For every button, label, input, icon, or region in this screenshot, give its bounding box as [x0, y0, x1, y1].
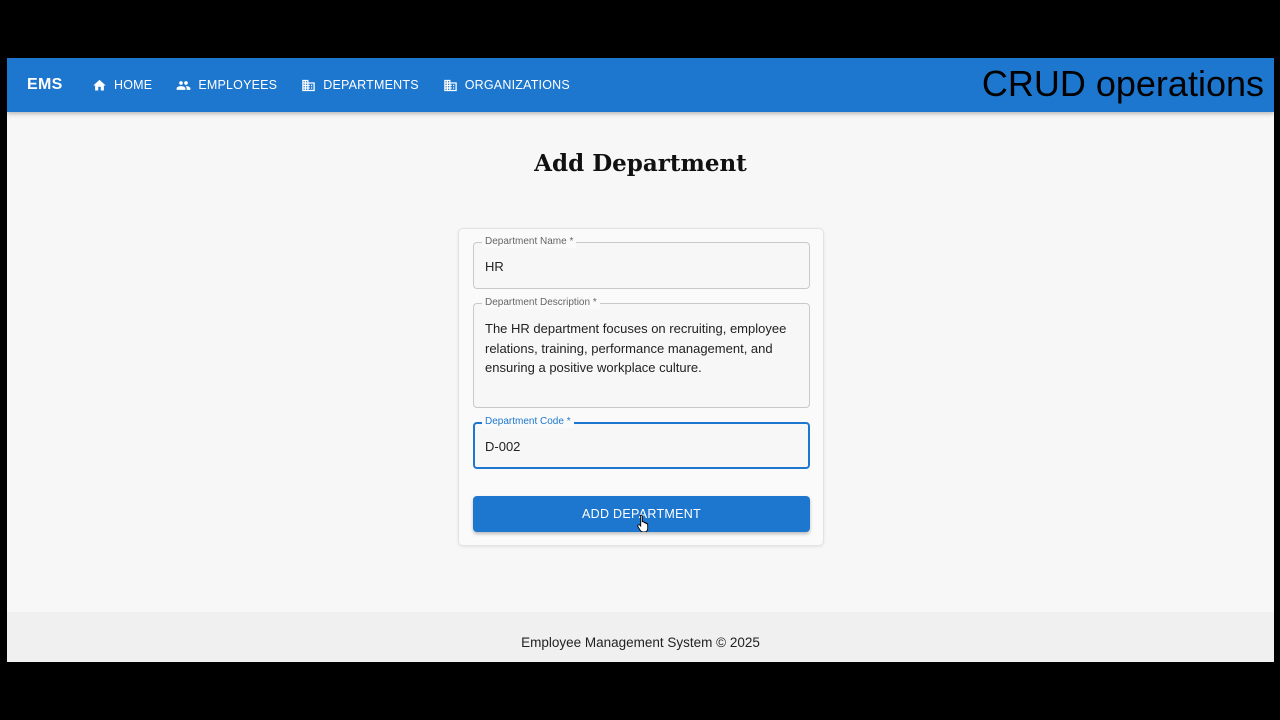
nav-employees[interactable]: EMPLOYEES: [166, 67, 287, 103]
brand-logo[interactable]: EMS: [27, 58, 63, 112]
department-form: Department Name * HR Department Descript…: [458, 228, 824, 546]
footer-text: Employee Management System © 2025: [521, 635, 760, 650]
footer: Employee Management System © 2025: [7, 612, 1274, 662]
department-name-field[interactable]: Department Name * HR: [473, 236, 810, 289]
department-code-value: D-002: [485, 439, 521, 454]
home-icon: [93, 79, 106, 90]
app-window: EMS HOME EMPLOYEES DEPARTMENTS ORGANIZAT…: [7, 58, 1274, 662]
department-description-label: Department Description *: [482, 297, 600, 309]
department-description-field[interactable]: Department Description * The HR departme…: [473, 297, 810, 408]
nav-organizations-label: ORGANIZATIONS: [464, 78, 570, 92]
nav-employees-label: EMPLOYEES: [198, 78, 278, 92]
page-title: Add Department: [534, 150, 747, 177]
people-icon: [176, 80, 191, 90]
hand-cursor-icon: [637, 514, 649, 532]
nav-home[interactable]: HOME: [82, 67, 162, 103]
department-name-label: Department Name *: [482, 236, 577, 248]
building-icon: [443, 79, 457, 91]
nav-organizations[interactable]: ORGANIZATIONS: [433, 67, 580, 103]
department-code-field[interactable]: Department Code * D-002: [473, 416, 810, 469]
department-description-value: The HR department focuses on recruiting,…: [485, 321, 787, 375]
app-bar: EMS HOME EMPLOYEES DEPARTMENTS ORGANIZAT…: [7, 58, 1274, 112]
department-code-label: Department Code *: [482, 416, 574, 428]
nav-departments[interactable]: DEPARTMENTS: [291, 67, 429, 103]
nav-home-label: HOME: [114, 78, 153, 92]
building-icon: [302, 79, 315, 91]
main-nav: HOME EMPLOYEES DEPARTMENTS ORGANIZATIONS: [82, 58, 584, 112]
nav-departments-label: DEPARTMENTS: [323, 78, 419, 92]
department-name-value: HR: [485, 259, 504, 274]
overlay-caption: CRUD operations: [981, 63, 1264, 104]
